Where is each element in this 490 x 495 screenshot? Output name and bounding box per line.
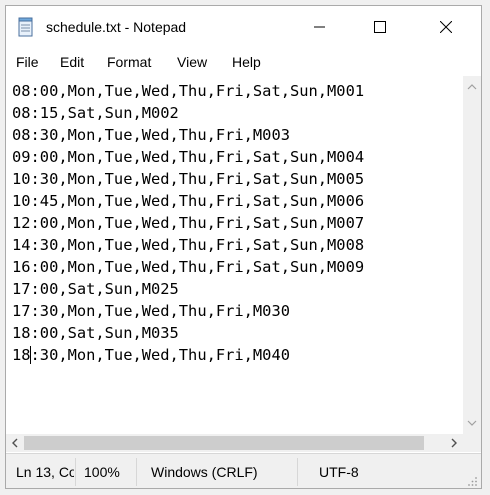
text-caret: [30, 346, 31, 364]
status-divider: [75, 458, 76, 486]
text-line: 17:30,Mon,Tue,Wed,Thu,Fri,M030: [12, 302, 290, 320]
notepad-window: schedule.txt - Notepad File Edit Format …: [5, 5, 482, 489]
status-encoding: UTF-8: [319, 464, 359, 480]
text-line: 10:45,Mon,Tue,Wed,Thu,Fri,Sat,Sun,M006: [12, 192, 365, 210]
status-divider: [297, 458, 298, 486]
text-line: 14:30,Mon,Tue,Wed,Thu,Fri,Sat,Sun,M008: [12, 236, 365, 254]
status-line-ending: Windows (CRLF): [151, 464, 258, 480]
maximize-icon: [374, 21, 386, 33]
text-line: 09:00,Mon,Tue,Wed,Thu,Fri,Sat,Sun,M004: [12, 148, 365, 166]
status-position: Ln 13, Col 3: [16, 464, 74, 480]
close-icon: [440, 21, 452, 33]
scroll-up-icon[interactable]: [463, 78, 481, 96]
resize-grip-icon[interactable]: [468, 477, 478, 487]
menu-help[interactable]: Help: [232, 54, 261, 70]
menu-bar: File Edit Format View Help: [6, 50, 481, 74]
menu-edit[interactable]: Edit: [60, 54, 84, 70]
title-bar[interactable]: schedule.txt - Notepad: [6, 6, 481, 48]
text-line: 18:30,Mon,Tue,Wed,Thu,Fri,M040: [12, 346, 290, 364]
notepad-icon: [18, 17, 33, 37]
scroll-left-icon[interactable]: [6, 434, 24, 452]
text-line: 08:00,Mon,Tue,Wed,Thu,Fri,Sat,Sun,M001: [12, 82, 365, 100]
vertical-scrollbar[interactable]: [463, 76, 481, 434]
text-line: 10:30,Mon,Tue,Wed,Thu,Fri,Sat,Sun,M005: [12, 170, 365, 188]
text-editor[interactable]: 08:00,Mon,Tue,Wed,Thu,Fri,Sat,Sun,M001 0…: [6, 76, 463, 434]
text-line: 18:00,Sat,Sun,M035: [12, 324, 179, 342]
scrollbar-corner: [463, 434, 481, 452]
minimize-button[interactable]: [297, 6, 343, 48]
menu-format[interactable]: Format: [107, 54, 151, 70]
text-line: 12:00,Mon,Tue,Wed,Thu,Fri,Sat,Sun,M007: [12, 214, 365, 232]
horizontal-scrollbar[interactable]: [6, 434, 463, 452]
status-bar: Ln 13, Col 3 100% Windows (CRLF) UTF-8: [6, 453, 481, 488]
status-divider: [136, 458, 137, 486]
menu-file[interactable]: File: [16, 54, 39, 70]
scroll-down-icon[interactable]: [463, 414, 481, 432]
text-line: 16:00,Mon,Tue,Wed,Thu,Fri,Sat,Sun,M009: [12, 258, 365, 276]
scroll-right-icon[interactable]: [445, 434, 463, 452]
minimize-icon: [314, 26, 325, 28]
status-zoom: 100%: [84, 464, 120, 480]
close-button[interactable]: [423, 6, 469, 48]
window-title: schedule.txt - Notepad: [46, 19, 187, 35]
menu-view[interactable]: View: [177, 54, 207, 70]
text-line: 08:15,Sat,Sun,M002: [12, 104, 179, 122]
horizontal-scroll-thumb[interactable]: [24, 436, 424, 450]
maximize-button[interactable]: [357, 6, 403, 48]
text-line: 08:30,Mon,Tue,Wed,Thu,Fri,M003: [12, 126, 290, 144]
text-line: 17:00,Sat,Sun,M025: [12, 280, 179, 298]
